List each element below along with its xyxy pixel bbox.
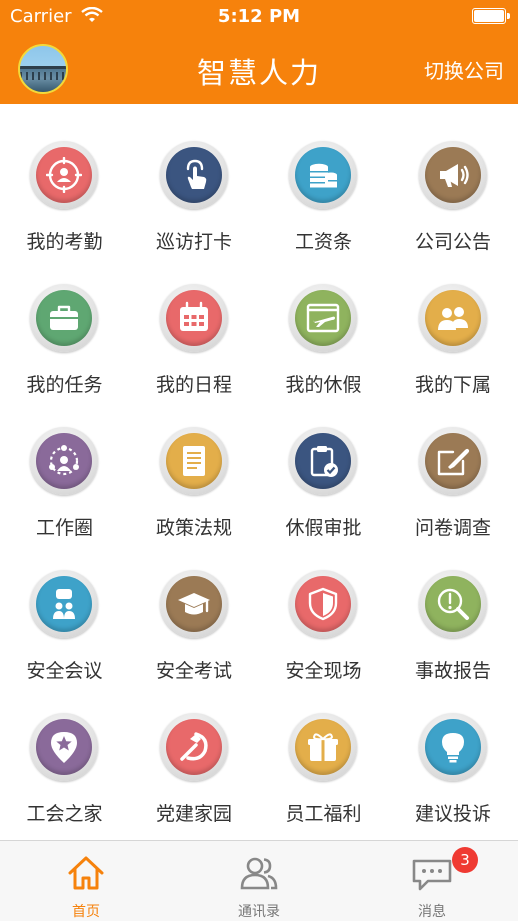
grid-item-icon	[418, 713, 487, 781]
tab-home[interactable]: 首页	[0, 841, 172, 921]
pen-board-icon	[437, 448, 469, 476]
grid-item-label: 员工福利	[285, 803, 362, 825]
document-icon	[182, 446, 205, 476]
message-icon	[412, 859, 452, 891]
circle-people-icon	[49, 445, 79, 476]
grid-item[interactable]: 我的休假	[259, 247, 388, 396]
people-icon	[437, 307, 468, 330]
tab-home-label: 首页	[72, 904, 100, 920]
clipboard-check-icon	[310, 446, 338, 477]
grid-item-label: 党建家园	[155, 803, 232, 825]
star-pin-icon	[51, 732, 77, 763]
grid-item[interactable]: 安全会议	[0, 533, 129, 682]
grid-item[interactable]: 建议投诉	[389, 676, 518, 825]
hammer-sickle-icon	[179, 732, 208, 761]
grid-item[interactable]: 工作圈	[0, 390, 129, 539]
grid-item[interactable]: 我的下属	[389, 247, 518, 396]
grid-item[interactable]: 安全现场	[259, 533, 388, 682]
grid-item-icon	[289, 570, 357, 638]
grid-item-label: 工会之家	[26, 803, 103, 825]
grid-item-icon	[159, 427, 228, 495]
contacts-icon	[240, 857, 278, 890]
grid-item[interactable]: 休假审批	[259, 390, 388, 539]
grid-item[interactable]: 安全考试	[130, 533, 259, 682]
grid-item-icon	[418, 427, 487, 495]
grid-item[interactable]: 工会之家	[0, 676, 129, 825]
tab-bar: 首页 通讯录 3 消息	[0, 840, 518, 921]
grid-item-icon	[30, 570, 98, 638]
tap-hand-icon	[186, 159, 206, 189]
status-time: 5:12 PM	[217, 6, 301, 27]
meeting-icon	[53, 589, 75, 619]
grid-item-icon	[30, 427, 98, 495]
grid-item-icon	[418, 570, 487, 638]
grid-item[interactable]: 我的任务	[0, 247, 129, 396]
grid-item[interactable]: 我的考勤	[0, 104, 129, 253]
grid-item-icon	[289, 713, 357, 781]
shield-icon	[308, 587, 338, 621]
tab-contacts-label: 通讯录	[238, 904, 280, 920]
battery-icon	[472, 8, 510, 24]
graduation-cap-icon	[177, 593, 210, 615]
grid-item-icon	[289, 141, 357, 209]
tab-messages-label: 消息	[418, 904, 446, 920]
grid-item[interactable]: 员工福利	[259, 676, 388, 825]
grid-item-icon	[159, 570, 228, 638]
grid-item-icon	[159, 713, 228, 781]
grid-item[interactable]: 工资条	[259, 104, 388, 253]
megaphone-icon	[439, 164, 469, 187]
grid-item[interactable]: 问卷调查	[389, 390, 518, 539]
grid-item-icon	[30, 141, 98, 209]
grid-item-label: 建议投诉	[414, 803, 491, 825]
grid-item[interactable]: 政策法规	[130, 390, 259, 539]
grid-item-icon	[289, 427, 357, 495]
grid-item-icon	[30, 284, 98, 352]
coins-icon	[310, 163, 337, 188]
switch-company-button[interactable]: 切换公司	[424, 55, 504, 84]
tab-messages[interactable]: 3 消息	[346, 841, 518, 921]
grid-item[interactable]: 公司公告	[389, 104, 518, 253]
grid-item-icon	[418, 141, 487, 209]
airplane-icon	[306, 303, 340, 333]
grid-item-icon	[418, 284, 487, 352]
gift-icon	[308, 733, 338, 761]
search-alert-icon	[437, 588, 469, 620]
grid-item-icon	[159, 284, 228, 352]
grid-item[interactable]: 党建家园	[130, 676, 259, 825]
home-icon	[68, 856, 104, 890]
status-bar: Carrier 5:12 PM	[0, 0, 518, 34]
grid-item[interactable]: 巡访打卡	[130, 104, 259, 253]
message-badge: 3	[452, 847, 478, 873]
attendance-icon	[46, 157, 82, 193]
grid-item[interactable]: 我的日程	[130, 247, 259, 396]
calendar-icon	[179, 301, 208, 331]
grid-item-icon	[159, 141, 228, 209]
tab-contacts[interactable]: 通讯录	[173, 841, 345, 921]
grid-item-icon	[289, 284, 357, 352]
grid-item[interactable]: 事故报告	[389, 533, 518, 682]
briefcase-icon	[50, 305, 78, 330]
grid-item-icon	[30, 713, 98, 781]
app-header: Carrier 5:12 PM 智慧人力 切换公司	[0, 0, 518, 104]
lightbulb-icon	[441, 733, 464, 763]
